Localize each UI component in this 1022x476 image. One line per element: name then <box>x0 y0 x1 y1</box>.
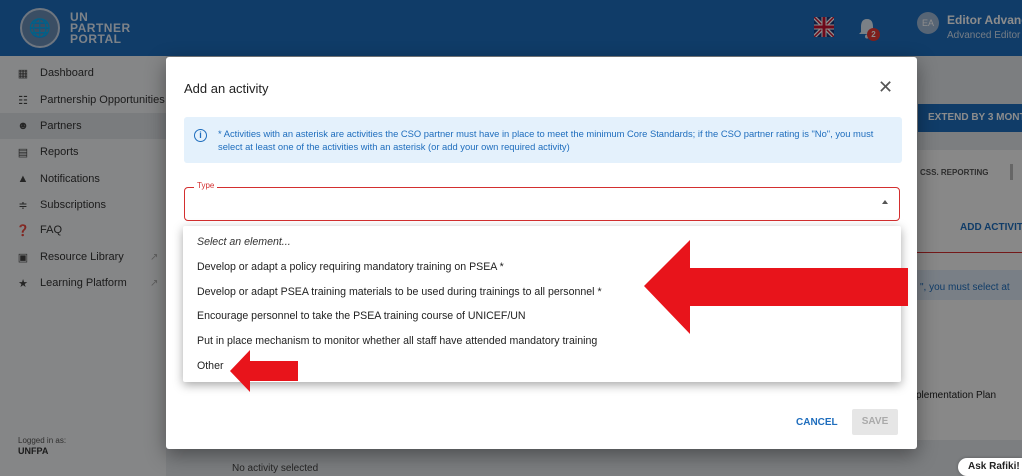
info-icon: i <box>194 129 207 142</box>
type-select[interactable] <box>184 187 900 221</box>
info-alert-text: * Activities with an asterisk are activi… <box>218 128 874 152</box>
annotation-arrow-large <box>644 240 908 334</box>
annotation-arrow-small <box>230 350 298 392</box>
dialog-title: Add an activity <box>184 81 269 96</box>
type-field-label: Type <box>194 181 218 190</box>
save-button[interactable]: SAVE <box>852 409 898 435</box>
caret-up-icon[interactable] <box>882 200 888 204</box>
cancel-button[interactable]: CANCEL <box>796 417 838 428</box>
close-icon[interactable]: ✕ <box>878 77 893 98</box>
ask-rafiki-button[interactable]: Ask Rafiki! <box>958 458 1022 476</box>
dropdown-option-other[interactable]: Other <box>197 360 887 372</box>
